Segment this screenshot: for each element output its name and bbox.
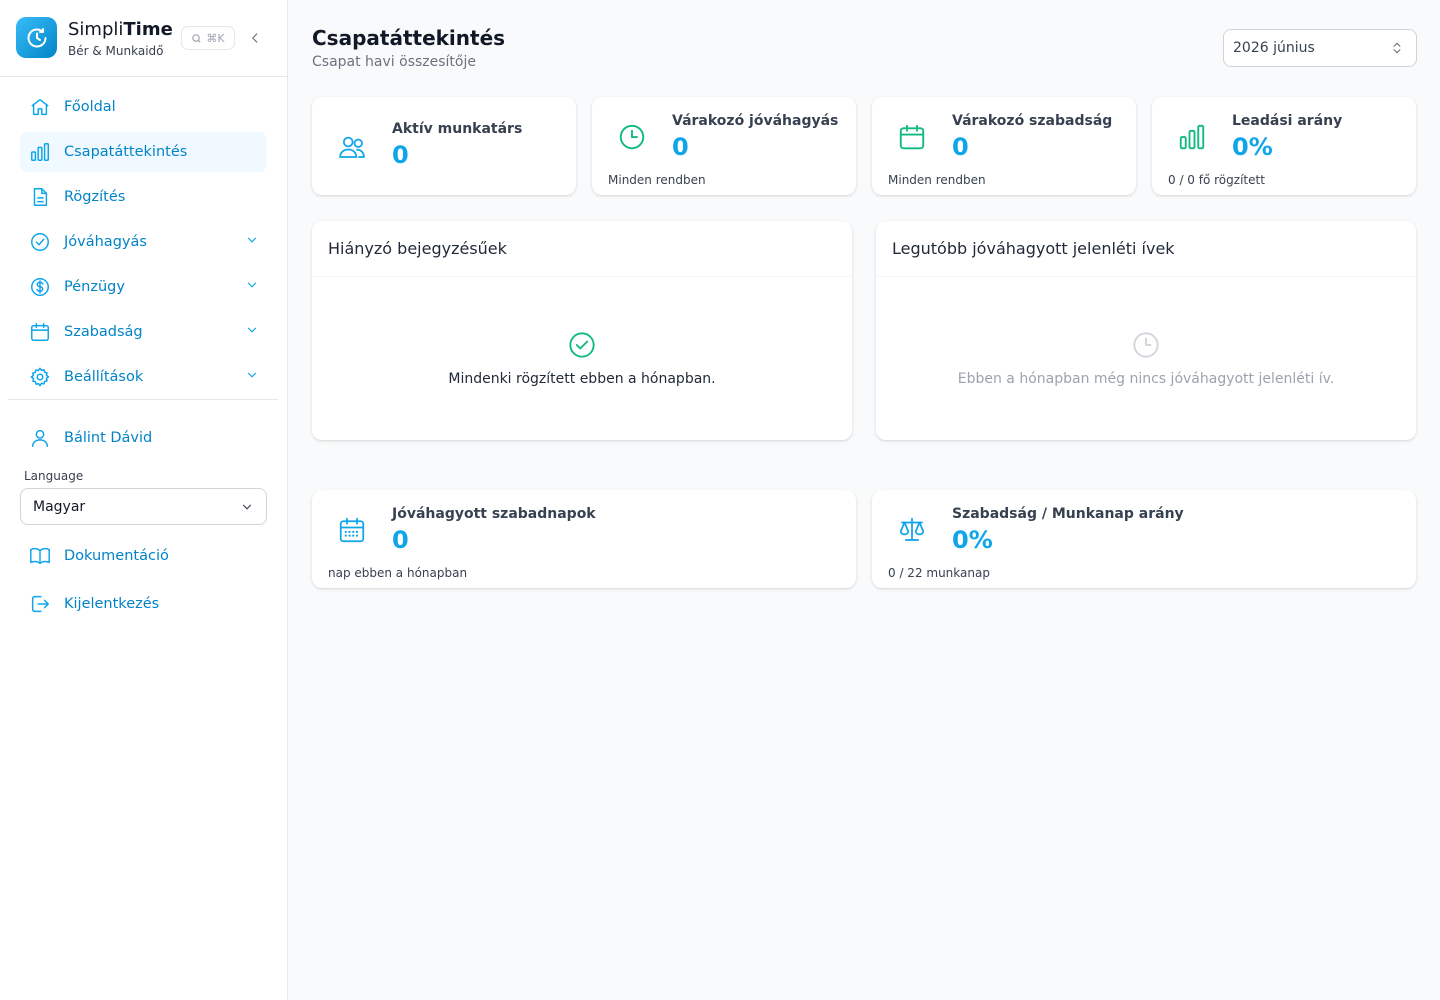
brand-header: SimpliTime Bér & Munkaidő ⌘K	[0, 0, 287, 77]
clock-icon	[616, 121, 648, 153]
stat-footnote: 0 / 0 fő rögzített	[1168, 173, 1265, 187]
document-icon	[29, 186, 51, 208]
sidebar-item-recording[interactable]: Rögzítés	[20, 177, 267, 217]
sidebar-item-approval[interactable]: Jóváhagyás	[20, 222, 267, 262]
sidebar-item-label: Csapatáttekintés	[64, 144, 188, 160]
users-icon	[336, 131, 368, 163]
user-profile-link[interactable]: Bálint Dávid	[20, 418, 267, 458]
logout-link[interactable]: Kijelentkezés	[20, 584, 267, 624]
chevron-down-icon	[247, 372, 257, 378]
gear-icon	[29, 366, 51, 388]
panel-body: Ebben a hónapban még nincs jóváhagyott j…	[876, 277, 1416, 440]
check-circle-icon	[29, 231, 51, 253]
sidebar-item-home[interactable]: Főoldal	[20, 87, 267, 127]
missing-entries-panel: Hiányzó bejegyzésűek Mindenki rögzített …	[312, 221, 852, 440]
main-nav: Főoldal Csapatáttekintés Rögzítés Jóváha…	[20, 87, 267, 402]
stat-value: 0	[672, 133, 689, 161]
sidebar-item-label: Pénzügy	[64, 279, 125, 295]
stat-value: 0	[952, 133, 969, 161]
stat-card-pending-approval: Várakozó jóváhagyás 0 Minden rendben	[592, 97, 856, 195]
stat-footnote: 0 / 22 munkanap	[888, 566, 990, 580]
stat-card-approved-leave-days: Jóváhagyott szabadnapok 0 nap ebben a hó…	[312, 490, 856, 588]
documentation-link[interactable]: Dokumentáció	[20, 536, 267, 576]
calendar-grid-icon	[336, 514, 368, 546]
check-circle-icon	[569, 332, 595, 358]
sidebar-item-label: Főoldal	[64, 99, 116, 115]
calendar-icon	[29, 321, 51, 343]
language-label: Language	[24, 469, 84, 483]
bar-chart-icon	[29, 141, 51, 163]
stat-label: Várakozó jóváhagyás	[672, 113, 839, 129]
stat-card-active-staff: Aktív munkatárs 0	[312, 97, 576, 195]
sidebar-item-leave[interactable]: Szabadság	[20, 312, 267, 352]
sidebar-item-label: Rögzítés	[64, 189, 126, 205]
command-search-button[interactable]: ⌘K	[181, 26, 235, 50]
logout-label: Kijelentkezés	[64, 596, 160, 612]
language-value: Magyar	[33, 498, 86, 515]
user-name: Bálint Dávid	[64, 430, 153, 446]
stat-footnote: Minden rendben	[608, 173, 706, 187]
empty-state-message: Ebben a hónapban még nincs jóváhagyott j…	[957, 371, 1335, 387]
stat-card-submission-rate: Leadási arány 0% 0 / 0 fő rögzített	[1152, 97, 1416, 195]
documentation-label: Dokumentáció	[64, 548, 169, 564]
month-select[interactable]: 2026 június	[1223, 29, 1417, 67]
stat-label: Jóváhagyott szabadnapok	[392, 506, 596, 522]
stat-footnote: nap ebben a hónapban	[328, 566, 468, 580]
chevron-down-icon	[247, 237, 257, 243]
stat-card-pending-leave: Várakozó szabadság 0 Minden rendben	[872, 97, 1136, 195]
sidebar-divider	[8, 399, 278, 400]
empty-state-message: Mindenki rögzített ebben a hónapban.	[448, 371, 716, 387]
search-icon	[192, 33, 201, 43]
scale-icon	[896, 514, 928, 546]
stat-value: 0%	[952, 526, 993, 554]
page-subtitle: Csapat havi összesítője	[312, 54, 476, 70]
user-icon	[29, 427, 51, 449]
chevron-down-icon	[242, 504, 252, 510]
home-icon	[29, 96, 51, 118]
sidebar: SimpliTime Bér & Munkaidő ⌘K Főoldal Csa…	[0, 0, 288, 1000]
stat-value: 0	[392, 141, 409, 169]
recent-approved-panel: Legutóbb jóváhagyott jelenléti ívek Ebbe…	[876, 221, 1416, 440]
sidebar-item-label: Beállítások	[64, 369, 144, 385]
collapse-sidebar-button[interactable]	[245, 28, 265, 48]
brand-subtitle: Bér & Munkaidő	[68, 44, 164, 58]
dollar-circle-icon	[29, 276, 51, 298]
sidebar-item-label: Jóváhagyás	[64, 234, 147, 250]
sidebar-item-team-overview[interactable]: Csapatáttekintés	[20, 132, 267, 172]
shortcut-label: ⌘K	[206, 31, 225, 45]
chevron-down-icon	[247, 282, 257, 288]
stat-label: Leadási arány	[1232, 113, 1343, 129]
chevron-left-icon	[252, 33, 258, 43]
sidebar-item-finance[interactable]: Pénzügy	[20, 267, 267, 307]
panel-title: Legutóbb jóváhagyott jelenléti ívek	[876, 221, 1416, 277]
brand-name: SimpliTime	[68, 19, 173, 40]
stat-label: Aktív munkatárs	[392, 121, 523, 137]
page-title: Csapatáttekintés	[312, 26, 506, 50]
stat-label: Szabadság / Munkanap arány	[952, 506, 1184, 522]
chevron-up-down-icon	[1393, 42, 1401, 54]
sidebar-item-settings[interactable]: Beállítások	[20, 357, 267, 397]
stat-value: 0	[392, 526, 409, 554]
month-value: 2026 június	[1233, 40, 1315, 56]
chevron-down-icon	[247, 327, 257, 333]
logout-icon	[29, 593, 51, 615]
stat-footnote: Minden rendben	[888, 173, 986, 187]
sidebar-item-label: Szabadság	[64, 324, 143, 340]
panel-title: Hiányzó bejegyzésűek	[312, 221, 852, 277]
stat-label: Várakozó szabadság	[952, 113, 1113, 129]
clock-icon	[1133, 332, 1159, 358]
bar-chart-icon	[1176, 121, 1208, 153]
panel-body: Mindenki rögzített ebben a hónapban.	[312, 277, 852, 440]
stat-card-leave-workday-ratio: Szabadság / Munkanap arány 0% 0 / 22 mun…	[872, 490, 1416, 588]
language-select[interactable]: Magyar	[20, 488, 267, 525]
calendar-icon	[896, 121, 928, 153]
logo-clock-icon[interactable]	[16, 17, 57, 58]
book-icon	[29, 545, 51, 567]
stat-value: 0%	[1232, 133, 1273, 161]
